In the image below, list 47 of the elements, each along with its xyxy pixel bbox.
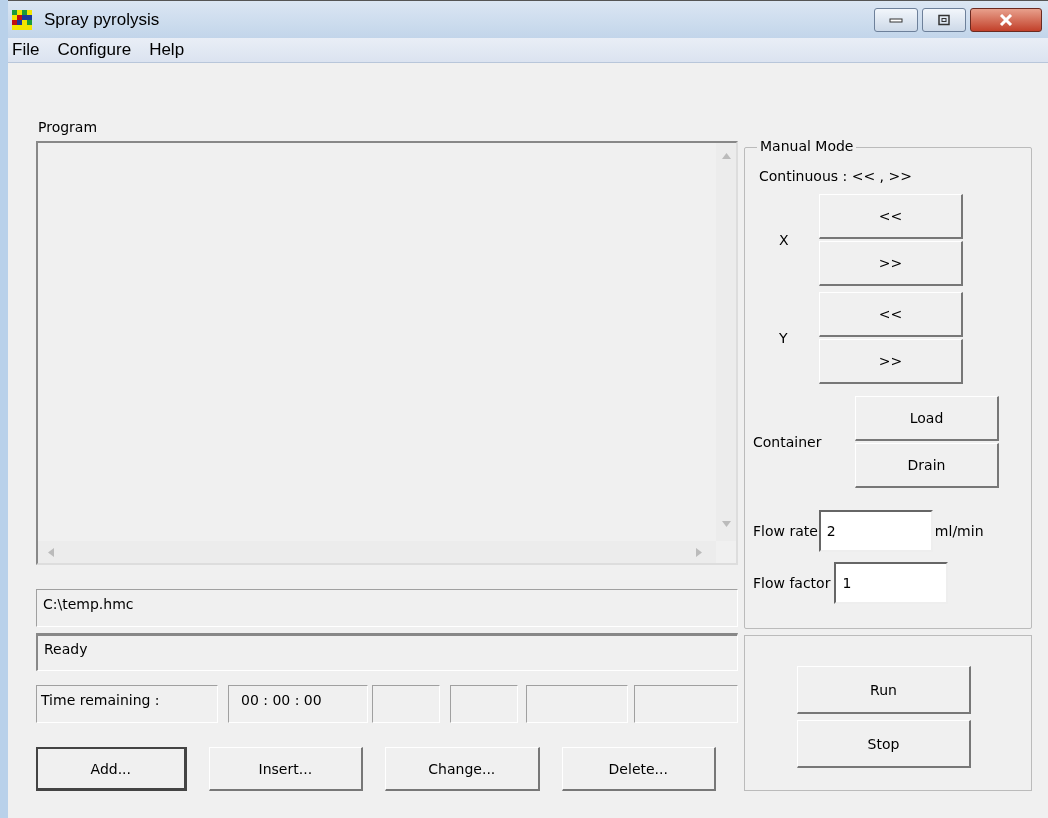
minimize-button[interactable] (874, 7, 918, 32)
maximize-icon (937, 13, 951, 26)
status-pane (372, 685, 440, 723)
container-button[interactable]: Load (855, 396, 999, 441)
unit-label: ml/min (934, 523, 984, 539)
horizontal-scrollbar[interactable] (38, 541, 716, 563)
container-label: Container (752, 434, 823, 450)
run-button[interactable]: Stop (797, 720, 971, 768)
jog-button[interactable]: << (819, 292, 963, 337)
group-title: Manual Mode (757, 138, 857, 154)
menu-item[interactable]: Configure (53, 40, 140, 60)
flow-factor-label: Flow factor (753, 575, 831, 591)
vertical-scrollbar[interactable] (716, 143, 736, 541)
program-button[interactable]: Delete... (561, 747, 716, 791)
program-button[interactable]: Add... (36, 747, 187, 791)
close-button[interactable] (970, 7, 1042, 32)
flow-rate-label: Flow rate (753, 523, 818, 539)
jog-button[interactable]: << (819, 194, 963, 239)
file-path-field: C:\temp.hmc (36, 589, 738, 627)
scroll-right-icon[interactable] (696, 547, 702, 557)
axis-label: Y (778, 330, 789, 346)
program-button[interactable]: Insert... (208, 747, 364, 791)
scroll-down-icon[interactable] (721, 521, 731, 527)
app-icon (12, 9, 32, 30)
scroll-up-icon[interactable] (721, 153, 731, 159)
scroll-left-icon[interactable] (48, 547, 54, 557)
time-remaining-value: 00 : 00 : 00 (228, 685, 368, 723)
program-button[interactable]: Change... (385, 747, 540, 791)
menu-item[interactable]: File (8, 40, 48, 60)
minimize-icon (889, 16, 903, 23)
close-icon (998, 13, 1014, 26)
flow-rate-field[interactable]: 2 (818, 510, 933, 552)
axis-label: X (778, 232, 790, 248)
menu-item[interactable]: Help (145, 40, 193, 60)
hint-text: Continuous : << , >> (759, 168, 913, 184)
time-remaining-label: Time remaining : (36, 685, 218, 723)
maximize-button[interactable] (922, 7, 966, 32)
status-field: Ready (36, 633, 738, 671)
window-title: Spray pyrolysis (44, 9, 160, 30)
status-pane (450, 685, 518, 723)
flow-factor-field[interactable]: 1 (834, 562, 949, 604)
jog-button[interactable]: >> (819, 339, 963, 384)
program-list[interactable] (36, 141, 738, 565)
run-button[interactable]: Run (797, 666, 971, 714)
container-button[interactable]: Drain (855, 443, 999, 488)
jog-button[interactable]: >> (819, 241, 963, 286)
program-label: Program (38, 119, 99, 137)
